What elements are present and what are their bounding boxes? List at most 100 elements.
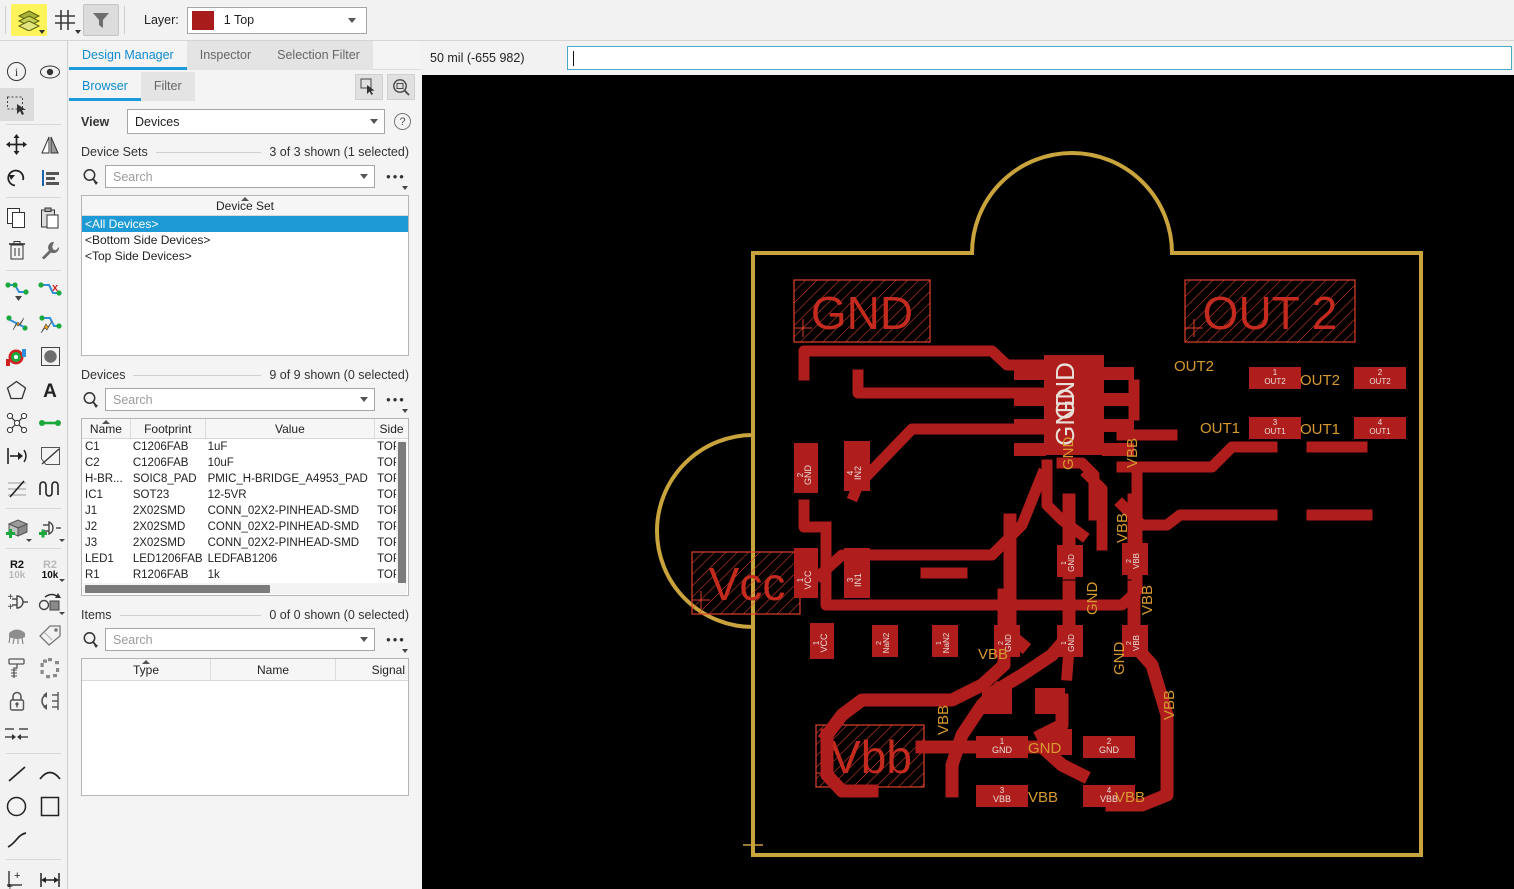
attribute-tag-icon[interactable] <box>34 618 68 651</box>
tab-selection-filter[interactable]: Selection Filter <box>264 41 373 70</box>
list-item[interactable]: <All Devices> <box>82 216 408 232</box>
name-icon[interactable]: R2 10k <box>0 552 34 585</box>
device-sets-list[interactable]: Device Set <All Devices> <Bottom Side De… <box>81 195 409 356</box>
chevron-down-icon[interactable] <box>360 637 368 642</box>
scrollbar-thumb[interactable] <box>85 584 270 593</box>
chevron-down-icon[interactable] <box>360 397 368 402</box>
command-input[interactable] <box>567 46 1512 70</box>
grid-icon[interactable] <box>47 4 83 36</box>
chevron-down-icon[interactable] <box>360 174 368 179</box>
signal-name-icon[interactable] <box>0 439 34 472</box>
chevron-down-icon[interactable] <box>25 539 32 542</box>
pcb-canvas[interactable]: GND OUT 2 Vcc Vbb 2 GND 4 IN2 1 VCC 3 IN… <box>422 75 1514 889</box>
layers-stack-icon[interactable] <box>11 4 47 36</box>
zoom-to-fit-icon[interactable] <box>387 73 415 100</box>
layer-select[interactable]: 1 Top <box>186 6 367 34</box>
devices-search-input[interactable]: Search <box>105 388 375 411</box>
add-package-icon[interactable] <box>0 512 34 545</box>
value-icon[interactable]: R2 10k <box>34 552 68 585</box>
curve-icon[interactable] <box>0 823 34 856</box>
scrollbar-thumb[interactable] <box>397 442 406 590</box>
col-device-set[interactable]: Device Set <box>82 196 408 215</box>
meander-icon[interactable] <box>34 472 68 505</box>
wire-style-icon[interactable] <box>0 472 34 505</box>
subtab-filter[interactable]: Filter <box>140 72 195 101</box>
info-icon[interactable]: i <box>0 55 34 88</box>
ripup-icon[interactable]: x <box>34 274 68 307</box>
rotate-part-icon[interactable] <box>34 585 68 618</box>
table-row[interactable]: R1 R1206FAB 1k TOP <box>82 567 408 583</box>
arc-icon[interactable] <box>34 757 68 790</box>
chevron-down-icon[interactable] <box>59 612 65 615</box>
add-part-icon[interactable] <box>34 512 68 545</box>
net-icon[interactable] <box>34 406 68 439</box>
list-item[interactable]: <Bottom Side Devices> <box>82 232 408 248</box>
col-footprint[interactable]: Footprint <box>129 419 205 438</box>
table-row[interactable]: H-BR... SOIC8_PAD PMIC_H-BRIDGE_A4953_PAD T… <box>82 471 408 487</box>
line-icon[interactable] <box>0 757 34 790</box>
split-wire-icon[interactable] <box>0 307 34 340</box>
copy-icon[interactable] <box>0 201 34 234</box>
col-name[interactable]: Name <box>82 419 130 438</box>
devices-vertical-scrollbar[interactable] <box>396 440 407 590</box>
delete-trash-icon[interactable] <box>0 234 34 267</box>
polygon-icon[interactable] <box>0 373 34 406</box>
col-type[interactable]: Type <box>82 659 210 680</box>
dimension-icon[interactable] <box>34 863 68 889</box>
tab-design-manager[interactable]: Design Manager <box>69 41 187 70</box>
devices-table[interactable]: Name Footprint Value Side C1 C1206FAB 1uF T… <box>81 418 409 596</box>
device-sets-search-input[interactable]: Search <box>105 165 375 188</box>
subtab-browser[interactable]: Browser <box>69 72 141 101</box>
chevron-down-icon[interactable] <box>402 409 408 413</box>
devices-horizontal-scrollbar[interactable] <box>83 583 407 594</box>
chevron-down-icon[interactable] <box>59 579 65 582</box>
items-table[interactable]: Type Name Signal <box>81 658 409 796</box>
paste-icon[interactable] <box>34 201 68 234</box>
ratsnest-icon[interactable] <box>0 406 34 439</box>
eye-visibility-icon[interactable] <box>34 55 68 88</box>
chevron-down-icon[interactable] <box>75 30 81 34</box>
marquee-select-icon[interactable] <box>0 88 34 121</box>
wrench-change-icon[interactable] <box>34 234 68 267</box>
chevron-down-icon[interactable] <box>59 539 65 542</box>
route-manual-icon[interactable] <box>34 307 68 340</box>
chevron-down-icon[interactable] <box>347 17 356 23</box>
table-row[interactable]: LED1 LED1206FAB LEDFAB1206 TOP <box>82 551 408 567</box>
align-icon[interactable] <box>34 161 68 194</box>
table-row[interactable]: C1 C1206FAB 1uF TOP <box>82 439 408 455</box>
move-icon[interactable] <box>0 128 34 161</box>
mirror-icon[interactable] <box>34 128 68 161</box>
smash-icon[interactable] <box>0 618 34 651</box>
circle-icon[interactable] <box>0 790 34 823</box>
table-row[interactable]: J2 2X02SMD CONN_02X2-PINHEAD-SMD TOP <box>82 519 408 535</box>
swap-icon[interactable] <box>34 684 68 717</box>
route-airwire-icon[interactable] <box>0 274 34 307</box>
paint-fill-icon[interactable] <box>0 651 34 684</box>
spacing-icon[interactable] <box>0 717 34 750</box>
chevron-down-icon[interactable] <box>39 30 45 34</box>
items-search-input[interactable]: Search <box>105 628 375 651</box>
miter-icon[interactable] <box>34 439 68 472</box>
table-row[interactable]: J3 2X02SMD CONN_02X2-PINHEAD-SMD TOP <box>82 535 408 551</box>
device-sets-options-button[interactable]: ••• <box>381 165 411 190</box>
polygon-fill-icon[interactable] <box>34 340 68 373</box>
chevron-down-icon[interactable] <box>370 119 378 124</box>
devices-options-button[interactable]: ••• <box>381 388 411 413</box>
rectangle-icon[interactable] <box>34 790 68 823</box>
lock-icon[interactable] <box>0 684 34 717</box>
col-item-name[interactable]: Name <box>210 659 335 680</box>
view-select[interactable]: Devices <box>127 109 385 134</box>
table-row[interactable]: C2 C1206FAB 10uF TOP <box>82 455 408 471</box>
chevron-down-icon[interactable] <box>402 649 408 653</box>
replace-part-icon[interactable]: + + <box>0 585 34 618</box>
col-value[interactable]: Value <box>204 419 374 438</box>
tab-inspector[interactable]: Inspector <box>186 41 265 70</box>
col-side[interactable]: Side <box>374 419 408 438</box>
list-item[interactable]: <Top Side Devices> <box>82 248 408 264</box>
funnel-filter-icon[interactable] <box>83 4 119 36</box>
table-row[interactable]: IC1 SOT23 12-5VR TOP <box>82 487 408 503</box>
add-dimension-icon[interactable]: + + <box>0 863 34 889</box>
table-row[interactable]: J1 2X02SMD CONN_02X2-PINHEAD-SMD TOP <box>82 503 408 519</box>
via-icon[interactable] <box>0 340 34 373</box>
help-icon[interactable]: ? <box>394 113 411 130</box>
